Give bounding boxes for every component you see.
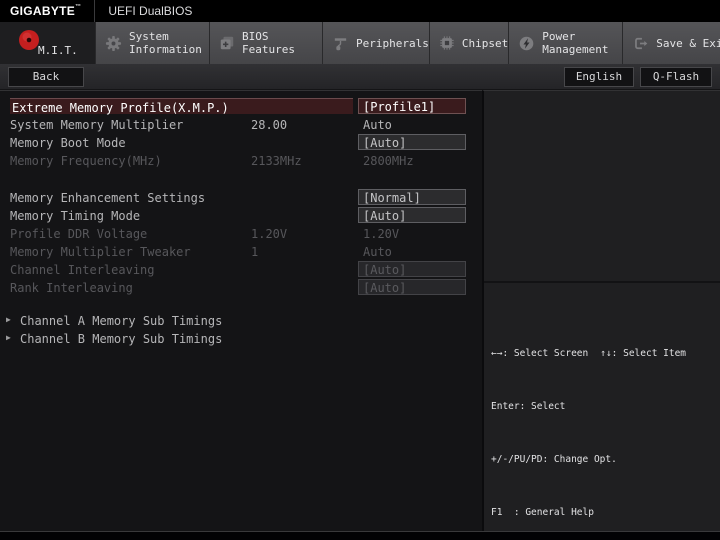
setting-row-profile-ddr-voltage: Profile DDR Voltage 1.20V 1.20V <box>0 224 482 242</box>
setting-value: [Auto] <box>358 279 466 295</box>
submenu-label: Channel B Memory Sub Timings <box>20 332 223 346</box>
back-button[interactable]: Back <box>8 67 84 87</box>
setting-row-system-memory-multiplier[interactable]: System Memory Multiplier 28.00 Auto <box>0 115 482 133</box>
setting-value[interactable]: [Auto] <box>358 134 466 150</box>
qflash-button[interactable]: Q-Flash <box>640 67 712 87</box>
key-legend-line: Enter: Select <box>491 400 566 412</box>
tab-label: M.I.T. <box>38 44 78 57</box>
setting-label: Memory Timing Mode <box>10 209 141 223</box>
tab-label: Chipset <box>461 36 509 50</box>
tab-label: BIOS Features <box>242 30 295 56</box>
key-legend-line: +/-/PU/PD: Change Opt. <box>491 453 617 465</box>
toolbar: Back English Q-Flash <box>0 64 720 90</box>
setting-current-value: 28.00 <box>251 118 288 132</box>
titlebar-divider <box>94 0 96 22</box>
setting-label: System Memory Multiplier <box>10 118 184 132</box>
tab-system-information[interactable]: System Information <box>96 22 210 64</box>
submenu-label: Channel A Memory Sub Timings <box>20 314 223 328</box>
setting-label: Memory Multiplier Tweaker <box>10 245 191 259</box>
setting-row-channel-interleaving: Channel Interleaving [Auto] <box>0 260 482 278</box>
setting-row-memory-timing-mode[interactable]: Memory Timing Mode [Auto] <box>0 206 482 224</box>
key-legend-line: F1 : General Help <box>491 506 594 518</box>
tab-label: System Information <box>129 30 202 56</box>
setting-label: Extreme Memory Profile(X.M.P.) <box>10 98 353 115</box>
tab-bar: M.I.T. System Information BIOS Features … <box>0 22 720 64</box>
setting-row-xmp[interactable]: Extreme Memory Profile(X.M.P.) [Profile1… <box>0 97 482 115</box>
setting-label: Memory Boot Mode <box>10 136 126 150</box>
setting-row-memory-multiplier-tweaker: Memory Multiplier Tweaker 1 Auto <box>0 242 482 260</box>
setting-row-memory-frequency: Memory Frequency(MHz) 2133MHz 2800MHz <box>0 151 482 169</box>
setting-label: Memory Enhancement Settings <box>10 191 206 205</box>
bottom-strip <box>0 531 720 540</box>
setting-current-value: 1 <box>251 245 259 259</box>
setting-value[interactable]: Auto <box>358 118 392 132</box>
setting-value: 2800MHz <box>363 154 414 168</box>
gigabyte-logo: GIGABYTE™ <box>10 4 82 18</box>
setting-label: Channel Interleaving <box>10 263 155 277</box>
setting-value: [Auto] <box>358 261 466 277</box>
chipset-icon <box>439 35 455 51</box>
tab-mit[interactable]: M.I.T. <box>0 22 96 64</box>
tab-power-management[interactable]: Power Management <box>509 22 624 64</box>
submenu-arrow-icon: ▶ <box>6 315 11 324</box>
setting-value[interactable]: [Auto] <box>358 207 466 223</box>
setting-value: 1.20V <box>363 227 400 241</box>
row-spacer <box>0 296 482 311</box>
setting-row-memory-enhancement[interactable]: Memory Enhancement Settings [Normal] <box>0 188 482 206</box>
settings-panel: Extreme Memory Profile(X.M.P.) [Profile1… <box>0 90 482 531</box>
setting-label: Memory Frequency(MHz) <box>10 154 162 168</box>
tab-bios-features[interactable]: BIOS Features <box>210 22 323 64</box>
setting-label: Rank Interleaving <box>10 281 133 295</box>
setting-current-value: 2133MHz <box>251 154 302 168</box>
setting-row-rank-interleaving: Rank Interleaving [Auto] <box>0 278 482 296</box>
submenu-channel-a-sub-timings[interactable]: ▶ Channel A Memory Sub Timings <box>0 311 482 329</box>
setting-label: Profile DDR Voltage <box>10 227 148 241</box>
setting-value[interactable]: [Normal] <box>358 189 466 205</box>
bios-title: UEFI DualBIOS <box>108 4 193 18</box>
submenu-channel-b-sub-timings[interactable]: ▶ Channel B Memory Sub Timings <box>0 329 482 347</box>
key-legend: ←→: Select Screen ↑↓: Select Item Enter: … <box>484 285 720 540</box>
titlebar: GIGABYTE™ UEFI DualBIOS <box>0 0 720 22</box>
tab-save-exit[interactable]: Save & Exit <box>623 22 720 64</box>
tab-peripherals[interactable]: Peripherals <box>323 22 430 64</box>
gear-icon <box>105 35 122 52</box>
select-screen-keys: ←→: Select Screen <box>491 348 589 360</box>
row-spacer <box>0 169 482 188</box>
peripherals-mouse-icon <box>332 35 349 52</box>
setting-value[interactable]: [Profile1] <box>358 98 466 114</box>
exit-arrow-icon <box>632 35 649 52</box>
bios-screen: GIGABYTE™ UEFI DualBIOS M.I.T. System In… <box>0 0 720 540</box>
mit-red-dot-icon <box>18 29 40 51</box>
tab-label: Power Management <box>542 30 609 56</box>
tab-chipset[interactable]: Chipset <box>429 22 510 64</box>
setting-row-memory-boot-mode[interactable]: Memory Boot Mode [Auto] <box>0 133 482 151</box>
submenu-arrow-icon: ▶ <box>6 333 11 342</box>
bios-chip-plus-icon <box>219 35 235 51</box>
tab-label: Peripherals <box>356 36 429 50</box>
help-panel: ←→: Select Screen ↑↓: Select Item Enter: … <box>482 90 720 531</box>
power-bolt-icon <box>518 35 535 52</box>
tab-label: Save & Exit <box>656 36 720 50</box>
setting-current-value: 1.20V <box>251 227 288 241</box>
item-help-area <box>484 91 720 283</box>
setting-value: Auto <box>363 245 392 259</box>
language-button[interactable]: English <box>564 67 634 87</box>
key-legend-line: ←→: Select Screen ↑↓: Select Item <box>491 345 720 363</box>
trademark-mark: ™ <box>75 4 82 10</box>
select-item-keys: ↑↓: Select Item <box>600 348 687 360</box>
